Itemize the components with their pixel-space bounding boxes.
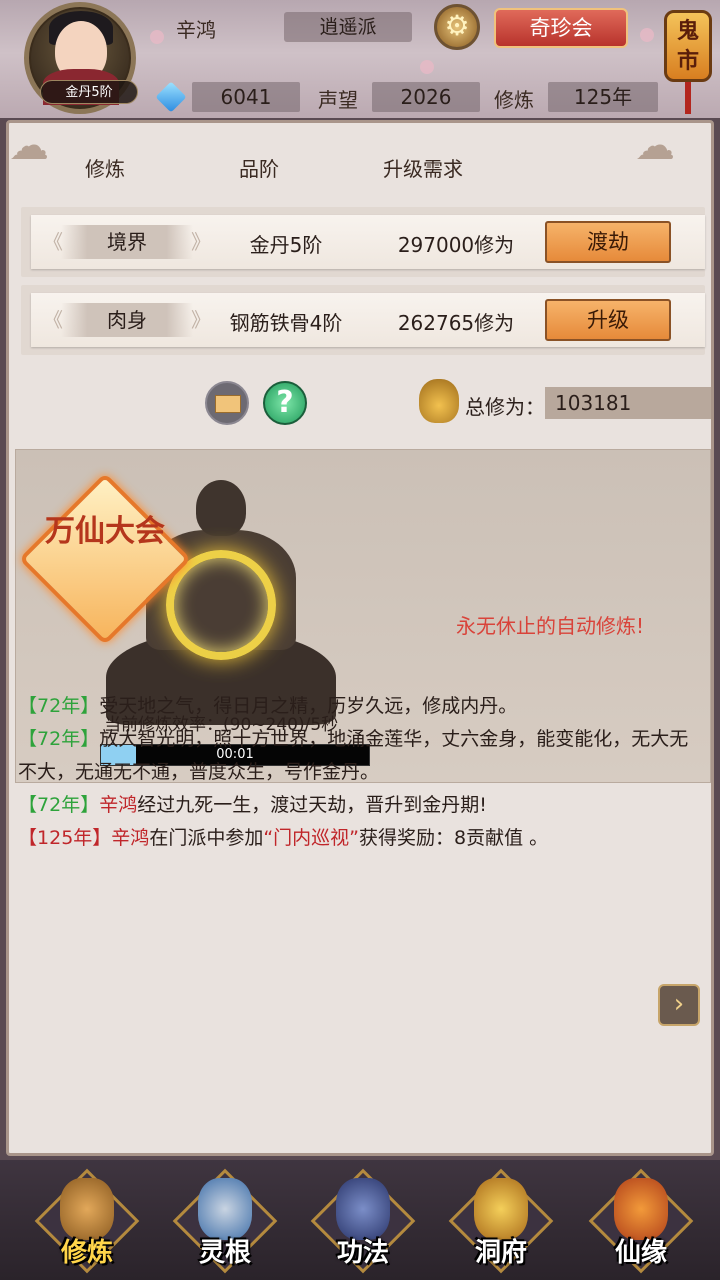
nav-spirit-root[interactable]: 灵根 <box>172 1168 278 1276</box>
log-year: 【72年】 <box>18 728 100 750</box>
nav-technique[interactable]: 功法 <box>310 1168 416 1276</box>
cultivation-label: 修炼 <box>494 88 534 112</box>
figure-head <box>196 480 246 536</box>
nav-fate[interactable]: 仙缘 <box>588 1168 694 1276</box>
upgrade-button[interactable]: 升级 <box>545 299 671 341</box>
table-row: 肉身 钢筋铁骨4阶 262765修为 升级 <box>21 285 705 355</box>
money-bag-icon <box>419 379 459 423</box>
ghost-market-button[interactable]: 鬼市 <box>660 2 716 114</box>
event-badge-label[interactable]: 万仙大会 <box>44 512 166 552</box>
bottom-nav: 修炼 灵根 功法 洞府 仙缘 <box>0 1160 720 1280</box>
row-requirement: 262765修为 <box>397 311 515 335</box>
log-year: 【125年】 <box>18 827 112 849</box>
gem-count: 6041 <box>192 82 300 112</box>
tassel-decoration <box>685 82 691 114</box>
row-grade: 钢筋铁骨4阶 <box>229 311 343 335</box>
reputation-value: 2026 <box>372 82 480 112</box>
row-requirement: 297000修为 <box>397 233 515 257</box>
envelope-icon <box>215 395 241 413</box>
row-card: 境界 金丹5阶 297000修为 渡劫 <box>31 215 705 269</box>
log-year: 【72年】 <box>18 695 100 717</box>
rank-badge: 金丹5阶 <box>40 80 138 104</box>
nav-cave[interactable]: 洞府 <box>448 1168 554 1276</box>
sword-icon <box>198 1178 252 1240</box>
row-grade: 金丹5阶 <box>249 233 323 257</box>
col-header-cultivation: 修炼 <box>85 157 125 181</box>
log-year: 【72年】 <box>18 794 100 816</box>
pavilion-icon <box>474 1178 528 1240</box>
log-text: 放大智光明，照十方世界，地涌金莲华，丈六金身，能变能化，无大无不大，无通无不通，… <box>18 728 689 783</box>
log-text: 经过九死一生，渡过天劫，晋升到金丹期! <box>137 794 487 816</box>
log-text: 在门派中参加 <box>149 827 264 849</box>
col-header-requirement: 升级需求 <box>383 157 463 181</box>
cloud-ornament-icon: ☁ <box>635 123 675 169</box>
nav-label: 灵根 <box>198 1238 251 1268</box>
gem-icon <box>155 81 187 113</box>
cultivation-panel: ☁ ☁ 修炼 品阶 升级需求 境界 金丹5阶 297000修为 渡劫 肉身 钢筋… <box>6 120 714 1156</box>
log-player-name: 辛鸿 <box>111 827 150 849</box>
nav-label: 洞府 <box>474 1238 527 1268</box>
blossom-decoration <box>420 60 434 74</box>
mail-icon[interactable] <box>205 381 249 425</box>
nav-label: 功法 <box>336 1238 389 1268</box>
blossom-decoration <box>150 30 164 44</box>
log-text: 受天地之气，得日月之精，历岁久远，修成内丹。 <box>99 695 518 717</box>
total-cultivation-label: 总修为： <box>465 395 545 419</box>
top-header: 金丹5阶 辛鸿 逍遥派 ⚙ 奇珍会 鬼市 6041 声望 2026 修炼 125… <box>0 0 720 118</box>
nav-cultivation[interactable]: 修炼 <box>34 1168 140 1276</box>
player-name: 辛鸿 <box>176 18 216 42</box>
total-cultivation-value: 103181 <box>545 387 711 419</box>
auto-cultivation-text: 永无休止的自动修炼! <box>456 614 645 638</box>
lantern-icon: 鬼市 <box>664 10 712 82</box>
cultivation-years: 125年 <box>548 82 658 112</box>
log-entry: 【125年】辛鸿在门派中参加“门内巡视”获得奖励：8贡献值 。 <box>18 822 698 855</box>
cloud-ornament-icon: ☁ <box>9 123 49 169</box>
row-name: 肉身 <box>43 303 211 337</box>
log-player-name: 辛鸿 <box>99 794 138 816</box>
log-entry: 【72年】放大智光明，照十方世界，地涌金莲华，丈六金身，能变能化，无大无不大，无… <box>18 723 698 789</box>
gourd-icon <box>614 1178 668 1240</box>
row-name: 境界 <box>43 225 211 259</box>
chevron-right-icon[interactable]: › <box>658 984 700 1026</box>
book-icon <box>336 1178 390 1240</box>
log-event-name: “门内巡视” <box>263 827 360 849</box>
log-entry: 【72年】辛鸿经过九死一生，渡过天劫，晋升到金丹期! <box>18 789 698 822</box>
settings-gear-icon[interactable]: ⚙ <box>434 4 480 50</box>
reputation-label: 声望 <box>318 88 358 112</box>
log-text: 获得奖励：8贡献值 。 <box>359 827 549 849</box>
table-row: 境界 金丹5阶 297000修为 渡劫 <box>21 207 705 277</box>
sect-name: 逍遥派 <box>284 12 412 42</box>
col-header-grade: 品阶 <box>239 157 279 181</box>
monk-icon <box>60 1178 114 1240</box>
blossom-decoration <box>640 28 654 42</box>
tribulation-button[interactable]: 渡劫 <box>545 221 671 263</box>
row-card: 肉身 钢筋铁骨4阶 262765修为 升级 <box>31 293 705 347</box>
event-log: 【72年】受天地之气，得日月之精，历岁久远，修成内丹。 【72年】放大智光明，照… <box>18 690 698 855</box>
help-icon[interactable]: ? <box>263 381 307 425</box>
log-entry: 【72年】受天地之气，得日月之精，历岁久远，修成内丹。 <box>18 690 698 723</box>
nav-label: 仙缘 <box>614 1238 667 1268</box>
nav-label: 修炼 <box>60 1238 113 1268</box>
treasure-auction-button[interactable]: 奇珍会 <box>494 8 628 48</box>
